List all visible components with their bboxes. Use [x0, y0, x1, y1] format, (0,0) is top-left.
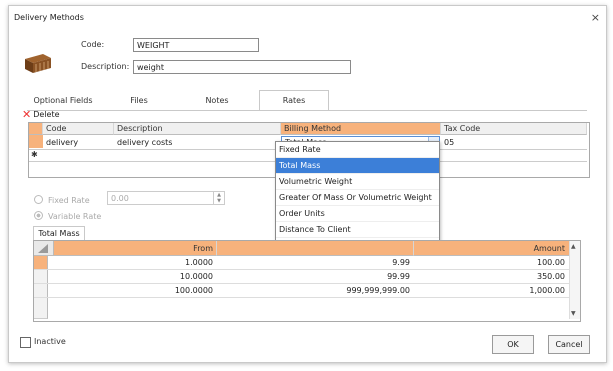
fixed-rate-input[interactable]: 0.00 ▲ ▼ — [107, 191, 225, 205]
inactive-checkbox[interactable] — [20, 337, 31, 348]
column-header-tax-code[interactable]: Tax Code — [441, 123, 587, 135]
close-icon[interactable]: × — [591, 11, 600, 24]
tab-notes[interactable]: Notes — [197, 92, 237, 110]
column-header-to[interactable] — [216, 241, 413, 256]
description-label: Description: — [81, 62, 130, 71]
vertical-scrollbar[interactable]: ▲ ▼ — [569, 241, 580, 319]
option-greater-of-mass-or-volumetric[interactable]: Greater Of Mass Or Volumetric Weight — [276, 190, 439, 206]
cell-code[interactable]: delivery — [43, 137, 78, 149]
fixed-rate-radio[interactable]: Fixed Rate — [34, 195, 90, 205]
radio-dot — [34, 195, 43, 204]
option-fixed-rate[interactable]: Fixed Rate — [276, 142, 439, 158]
cancel-button[interactable]: Cancel — [548, 335, 590, 354]
code-field[interactable]: WEIGHT — [133, 38, 259, 52]
column-header-amount[interactable]: Amount — [413, 241, 570, 256]
row-selector-header — [29, 123, 43, 135]
title-bar: Delivery Methods × — [9, 6, 606, 30]
column-header-description[interactable]: Description — [114, 123, 281, 135]
tab-files[interactable]: Files — [119, 92, 159, 110]
option-order-units[interactable]: Order Units — [276, 206, 439, 222]
scroll-up-icon[interactable]: ▲ — [571, 243, 576, 250]
column-header-code[interactable]: Code — [43, 123, 114, 135]
cell-from[interactable]: 10.0000 — [54, 270, 213, 284]
tab-total-mass[interactable]: Total Mass — [33, 226, 85, 241]
cell-to[interactable]: 9.99 — [216, 256, 410, 270]
delivery-box-icon — [25, 54, 51, 73]
row-selector[interactable] — [29, 135, 43, 148]
cell-amount[interactable]: 1,000.00 — [413, 284, 565, 298]
window-title: Delivery Methods — [14, 13, 84, 22]
cell-tax-code[interactable]: 05 — [441, 137, 454, 149]
option-total-mass[interactable]: Total Mass — [276, 158, 439, 174]
tab-rates[interactable]: Rates — [259, 90, 329, 111]
new-row-icon[interactable]: ✱ — [31, 150, 38, 159]
row-selector[interactable] — [34, 256, 48, 270]
code-label: Code: — [81, 40, 105, 49]
column-header-from[interactable]: From — [54, 241, 216, 256]
cell-from[interactable]: 100.0000 — [54, 284, 213, 298]
variable-rate-label: Variable Rate — [48, 212, 102, 221]
option-distance-to-client[interactable]: Distance To Client — [276, 222, 439, 238]
scroll-down-icon[interactable]: ▼ — [571, 310, 576, 317]
total-mass-grid: From Amount 1.0000 9.99 100.00 10.0000 9… — [33, 240, 581, 322]
inactive-label: Inactive — [34, 337, 66, 346]
option-volumetric-weight[interactable]: Volumetric Weight — [276, 174, 439, 190]
tab-strip: Optional Fields Files Notes Rates — [27, 90, 587, 111]
grid-corner — [34, 241, 54, 256]
billing-method-dropdown: Fixed Rate Total Mass Volumetric Weight … — [275, 141, 440, 254]
cell-amount[interactable]: 350.00 — [413, 270, 565, 284]
row-selector[interactable] — [34, 298, 48, 319]
cell-amount[interactable]: 100.00 — [413, 256, 565, 270]
corner-triangle-icon — [38, 244, 48, 253]
ok-button[interactable]: OK — [492, 335, 534, 354]
cell-from[interactable]: 1.0000 — [54, 256, 213, 270]
delete-label: Delete — [33, 110, 60, 119]
row-selector[interactable] — [34, 284, 48, 298]
delete-icon: ✕ — [22, 108, 32, 121]
cell-to[interactable]: 999,999,999.00 — [216, 284, 410, 298]
column-header-billing-method[interactable]: Billing Method — [281, 123, 441, 135]
variable-rate-radio[interactable]: Variable Rate — [34, 211, 101, 221]
delete-button[interactable]: ✕ Delete — [22, 108, 60, 121]
cell-description[interactable]: delivery costs — [114, 137, 172, 149]
row-divider — [34, 297, 570, 298]
cell-to[interactable]: 99.99 — [216, 270, 410, 284]
fixed-rate-value: 0.00 — [111, 194, 129, 203]
radio-dot — [34, 211, 43, 220]
description-field[interactable]: weight — [133, 60, 351, 74]
fixed-rate-label: Fixed Rate — [48, 196, 90, 205]
row-selector[interactable] — [34, 270, 48, 284]
spin-arrows-icon[interactable]: ▲ ▼ — [213, 192, 224, 204]
